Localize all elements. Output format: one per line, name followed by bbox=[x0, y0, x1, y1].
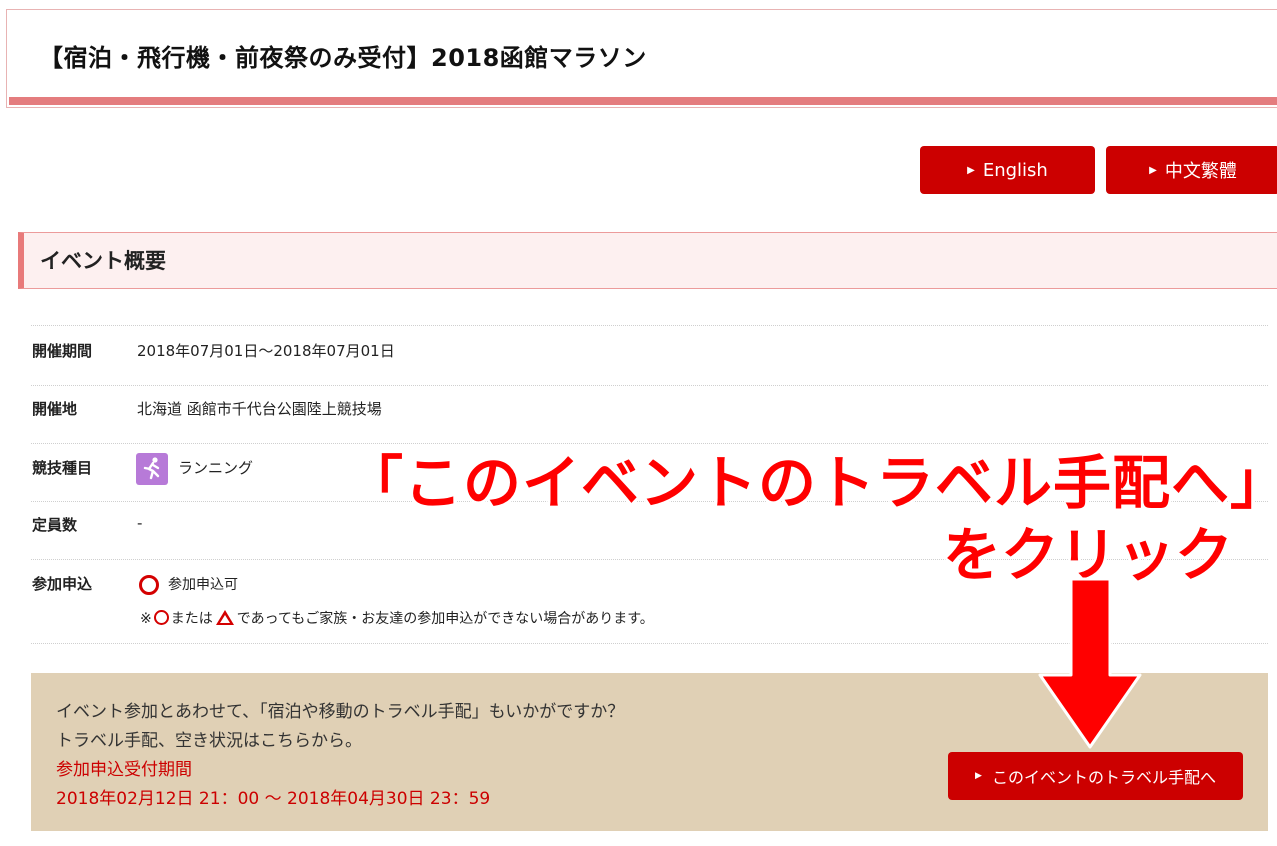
chinese-traditional-button[interactable]: ▶ 中文繁體 bbox=[1106, 146, 1277, 194]
venue-label: 開催地 bbox=[32, 400, 78, 418]
runner-icon bbox=[136, 453, 168, 485]
circle-icon bbox=[153, 610, 169, 625]
travel-button-label: このイベントのトラベル手配へ bbox=[991, 768, 1216, 787]
triangle-right-icon: ▶ bbox=[1149, 164, 1157, 176]
title-underline bbox=[9, 97, 1277, 105]
section-heading-text: イベント概要 bbox=[40, 249, 166, 273]
circle-icon bbox=[139, 575, 159, 595]
venue-value: 北海道 函館市千代台公園陸上競技場 bbox=[137, 400, 382, 418]
english-button-label: English bbox=[982, 159, 1048, 181]
english-button[interactable]: ▶ English bbox=[920, 146, 1095, 194]
triangle-right-icon: ▶ bbox=[967, 164, 975, 176]
down-arrow-icon bbox=[1038, 577, 1142, 749]
capacity-label: 定員数 bbox=[32, 516, 78, 534]
application-value: 参加申込可 bbox=[168, 577, 238, 593]
chinese-button-label: 中文繁體 bbox=[1164, 161, 1237, 182]
triangle-icon bbox=[215, 610, 234, 625]
triangle-right-icon: ▶ bbox=[975, 771, 982, 781]
travel-line-2: トラベル手配、空き状況はこちらから。 bbox=[56, 731, 362, 751]
application-period-label: 参加申込受付期間 bbox=[56, 760, 192, 780]
sport-value: ランニング bbox=[178, 459, 254, 477]
capacity-value: - bbox=[137, 514, 143, 532]
period-label: 開催期間 bbox=[32, 342, 93, 360]
application-period-value: 2018年02月12日 21：00 ～ 2018年04月30日 23：59 bbox=[56, 789, 491, 809]
page-title: 【宿泊・飛行機・前夜祭のみ受付】2018函館マラソン bbox=[39, 44, 647, 72]
row-divider bbox=[31, 325, 1268, 326]
application-note: ※ または であってもご家族・お友達の参加申込ができない場合があります。 bbox=[140, 610, 654, 627]
travel-arrangement-button[interactable]: ▶ このイベントのトラベル手配へ bbox=[948, 752, 1243, 800]
page-title-box: 【宿泊・飛行機・前夜祭のみ受付】2018函館マラソン bbox=[6, 9, 1277, 108]
event-overview-heading: イベント概要 bbox=[18, 232, 1277, 289]
row-divider bbox=[31, 385, 1268, 386]
travel-line-1: イベント参加とあわせて、「宿泊や移動のトラベル手配」もいかがですか？ bbox=[56, 702, 625, 722]
sport-label: 競技種目 bbox=[32, 459, 93, 477]
application-label: 参加申込 bbox=[32, 575, 93, 593]
period-value: 2018年07月01日～2018年07月01日 bbox=[137, 342, 395, 360]
